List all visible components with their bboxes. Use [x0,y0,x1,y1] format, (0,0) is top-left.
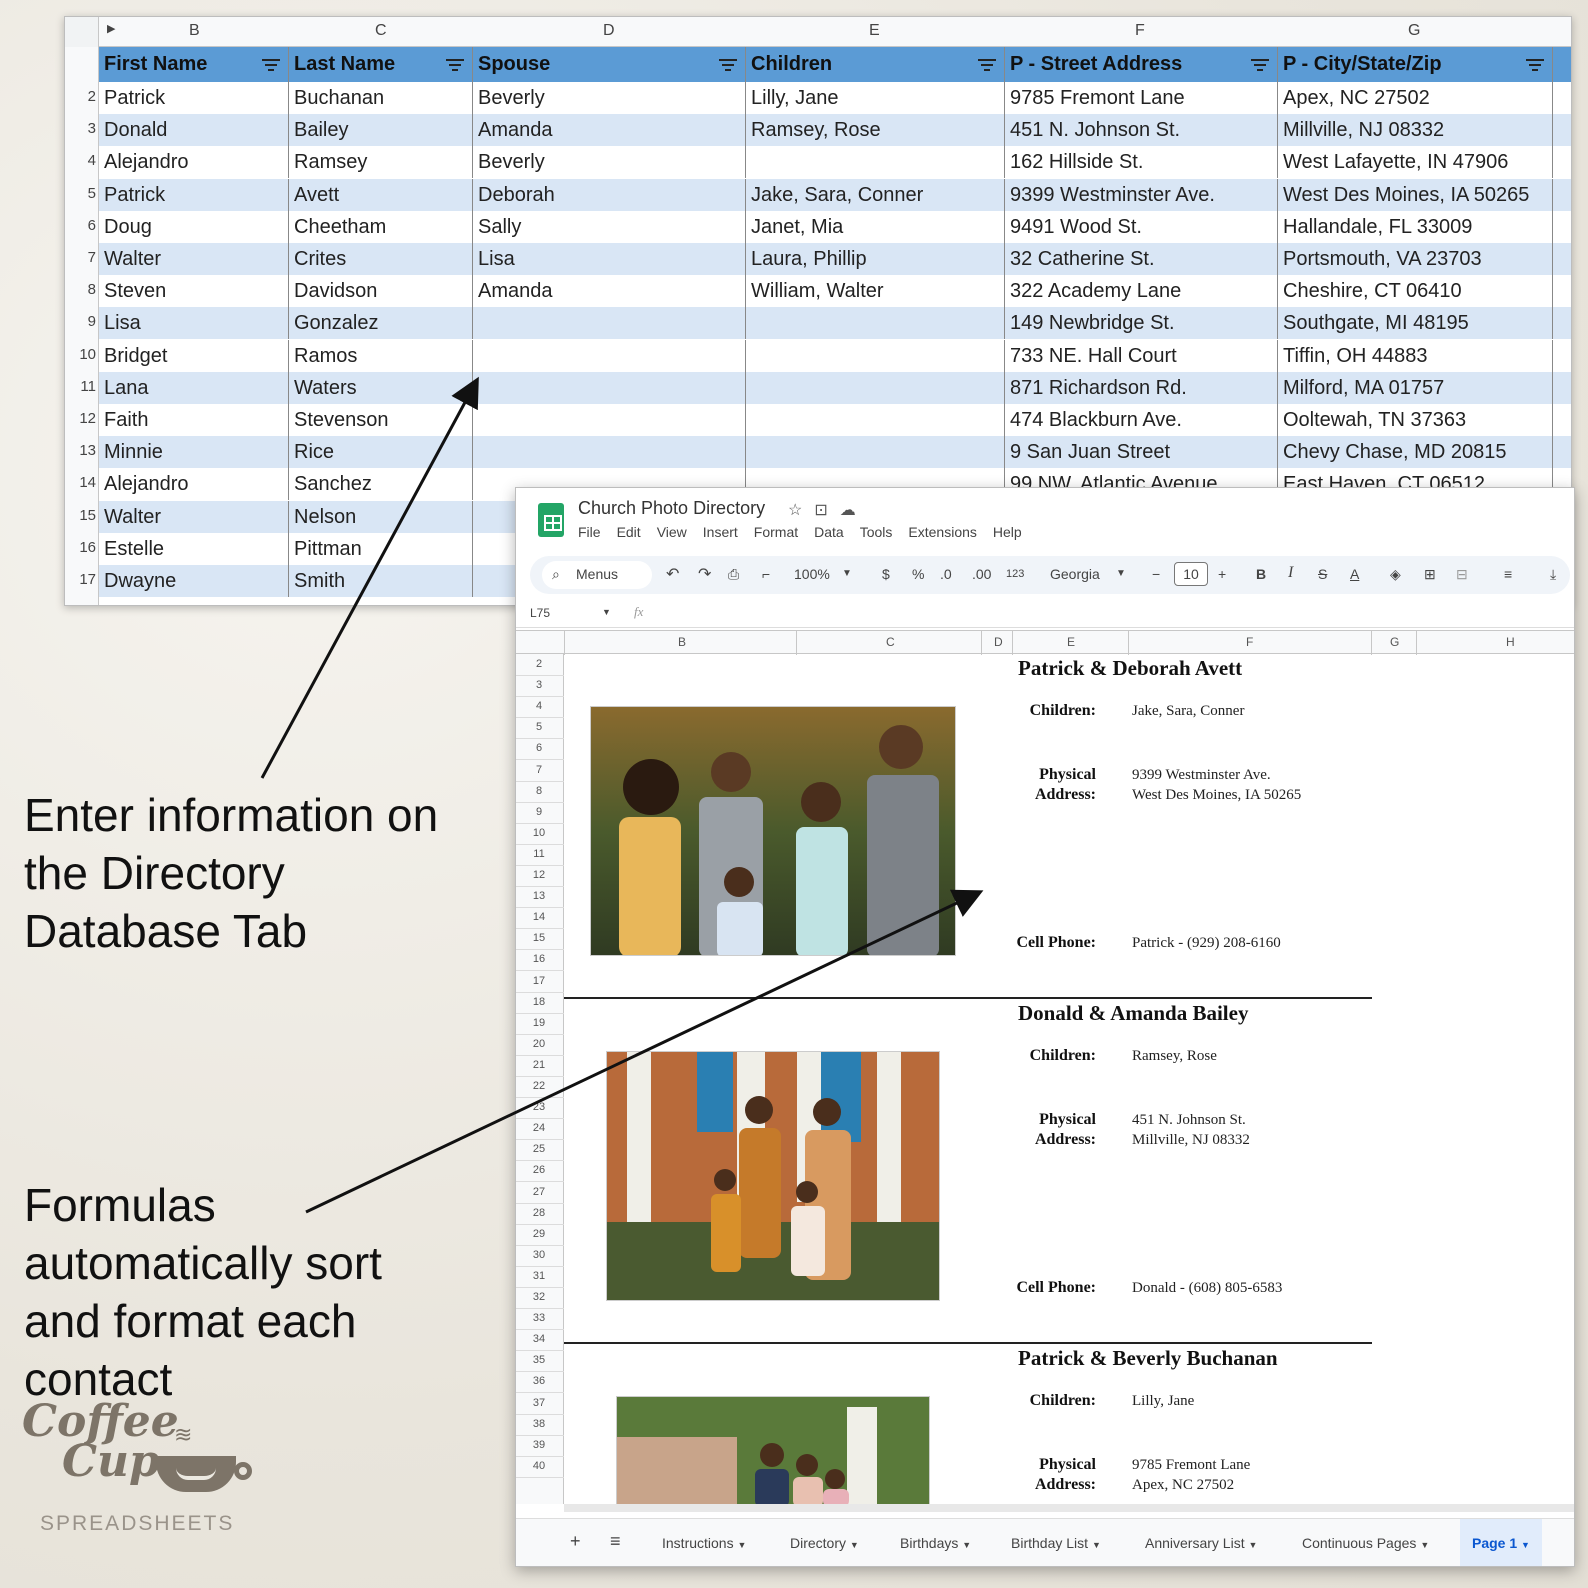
annotation-line: and format each [24,1295,357,1347]
logo-word-spreadsheets: SPREADSHEETS [40,1512,235,1535]
annotation-enter-info: Enter information on the Directory Datab… [24,786,438,960]
coffee-cup-logo: Coffee Cup ≋ SPREADSHEETS [22,1400,262,1540]
annotation-formulas: Formulas automatically sort and format e… [24,1176,382,1408]
annotation-line: Formulas [24,1179,216,1231]
annotation-line: Enter information on [24,789,439,841]
annotation-line: Database Tab [24,905,308,957]
steam-icon: ≋ [174,1422,193,1447]
logo-word-cup: Cup [62,1436,160,1487]
annotation-line: the Directory [24,847,285,899]
arrow-to-database [260,376,479,779]
annotation-line: automatically sort [24,1237,382,1289]
coffee-cup-icon [156,1456,252,1492]
